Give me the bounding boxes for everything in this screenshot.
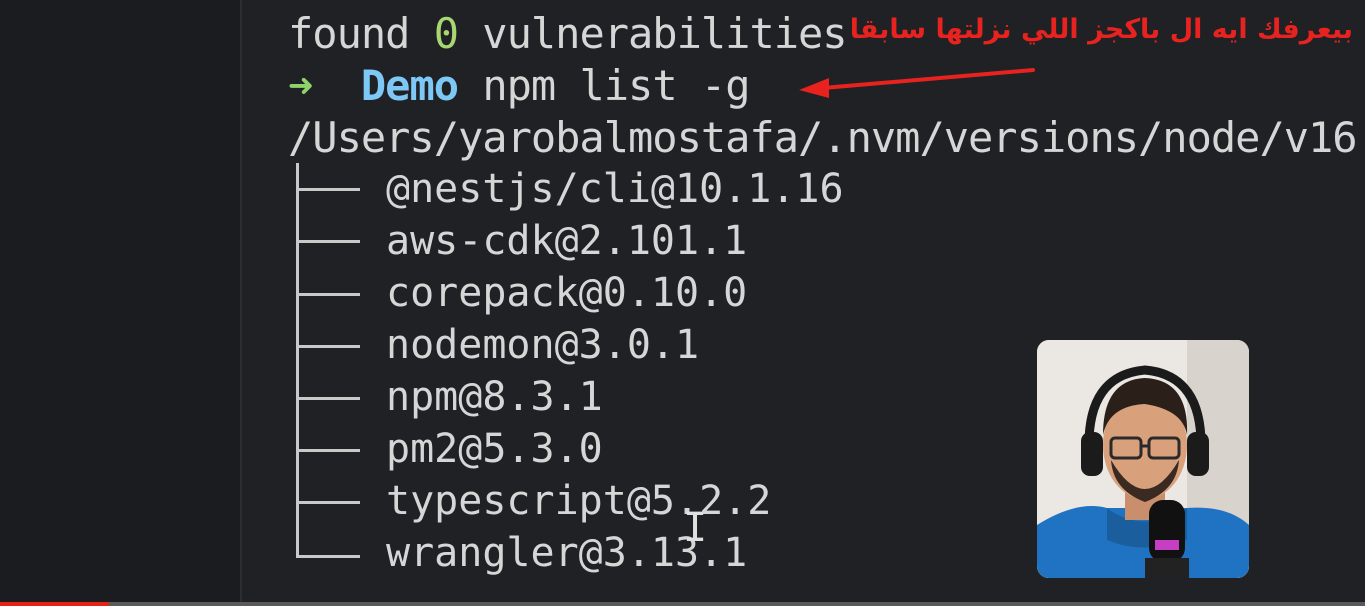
vulnerability-count: 0 (433, 9, 459, 58)
tree-branch (296, 345, 360, 348)
arabic-annotation: بيعرفك ايه ال باكجز اللي نزلتها سابقا (849, 14, 1353, 45)
audit-result-line: found 0 vulnerabilities (288, 9, 848, 58)
text-cursor-icon: I (683, 505, 708, 551)
package-item: nodemon@3.0.1 (386, 322, 700, 368)
prompt-directory: Demo (360, 61, 459, 110)
presenter-video (1037, 340, 1249, 578)
prompt-line: ➜ Demo npm list -g (288, 61, 750, 110)
annotation-arrow-icon (799, 68, 1035, 98)
tree-branch (296, 449, 360, 452)
found-suffix: vulnerabilities (458, 9, 847, 58)
tree-branch (296, 397, 360, 400)
package-item: corepack@0.10.0 (386, 270, 748, 316)
package-item: pm2@5.3.0 (386, 426, 603, 472)
video-progress-track[interactable] (0, 602, 1365, 606)
video-progress-fill (0, 602, 110, 606)
package-item: @nestjs/cli@10.1.16 (386, 166, 844, 212)
command-text: npm list -g (482, 61, 750, 110)
tree-branch (296, 501, 360, 504)
prompt-arrow-icon: ➜ (288, 61, 313, 110)
tree-branch (296, 188, 360, 191)
tree-branch (296, 293, 360, 296)
package-item: aws-cdk@2.101.1 (386, 218, 748, 264)
tree-branch (296, 240, 360, 243)
package-item: typescript@5.2.2 (386, 478, 772, 524)
video-frame: found 0 vulnerabilities ➜ Demo npm list … (0, 0, 1365, 606)
sidebar-panel (0, 0, 240, 606)
tree-trunk (296, 163, 299, 558)
webcam-overlay (1037, 340, 1249, 578)
global-path: /Users/yarobalmostafa/.nvm/versions/node… (288, 113, 1358, 162)
found-prefix: found (288, 9, 434, 58)
package-item: npm@8.3.1 (386, 374, 603, 420)
tree-branch (296, 555, 360, 558)
